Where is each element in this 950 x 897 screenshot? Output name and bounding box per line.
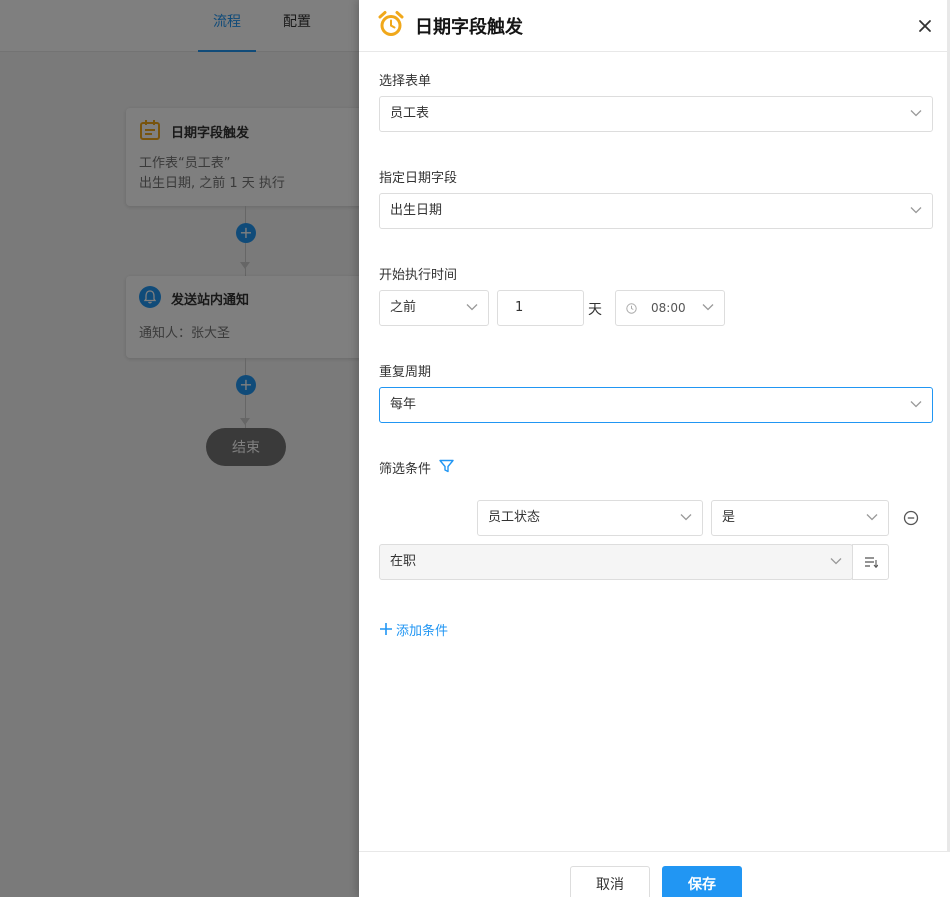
chevron-down-icon: [866, 514, 878, 521]
repeat-label: 重复周期: [379, 365, 432, 380]
start-time-label: 开始执行时间: [379, 268, 458, 283]
select-form-label: 选择表单: [379, 74, 432, 89]
remove-circle-icon[interactable]: [903, 510, 919, 526]
save-button[interactable]: 保存: [662, 866, 742, 897]
direction-dropdown[interactable]: 之前: [379, 290, 489, 326]
day-unit-label: 天: [588, 302, 602, 318]
select-form-value: 员工表: [390, 106, 430, 121]
chevron-down-icon: [910, 401, 922, 408]
chevron-down-icon: [910, 110, 922, 117]
chevron-down-icon: [680, 514, 692, 521]
add-condition-label: 添加条件: [396, 623, 449, 639]
panel-title: 日期字段触发: [415, 17, 523, 38]
filter-operator-dropdown[interactable]: 是: [711, 500, 889, 536]
repeat-value: 每年: [390, 397, 417, 412]
filter-value-dropdown[interactable]: 在职: [379, 544, 853, 580]
panel-footer: 取消 保存: [359, 851, 947, 897]
date-field-label: 指定日期字段: [379, 171, 458, 186]
days-input[interactable]: 1: [497, 290, 584, 326]
cancel-button[interactable]: 取消: [570, 866, 650, 897]
chevron-down-icon: [910, 207, 922, 214]
time-picker[interactable]: 08:00: [615, 290, 725, 326]
date-field-dropdown[interactable]: 出生日期: [379, 193, 933, 229]
panel-header: 日期字段触发: [359, 0, 947, 52]
days-value: 1: [515, 300, 524, 315]
time-value: 08:00: [651, 301, 686, 315]
alarm-clock-icon: [378, 11, 404, 36]
add-condition-button[interactable]: 添加条件: [379, 620, 449, 639]
filter-operator-value: 是: [722, 510, 736, 525]
filter-field-value: 员工状态: [488, 510, 541, 525]
filter-value: 在职: [390, 554, 417, 569]
repeat-dropdown[interactable]: 每年: [379, 387, 933, 423]
filter-label: 筛选条件: [379, 462, 432, 477]
select-form-dropdown[interactable]: 员工表: [379, 96, 933, 132]
list-sort-icon: [865, 557, 878, 568]
date-field-value: 出生日期: [390, 203, 443, 218]
direction-value: 之前: [390, 300, 417, 315]
chevron-down-icon: [466, 304, 478, 311]
trigger-settings-panel: 日期字段触发 选择表单 员工表 指定日期字段 出生日期 开始执行时间 之前 1 …: [359, 0, 950, 897]
filter-icon[interactable]: [439, 459, 454, 473]
filter-value-type-button[interactable]: [852, 544, 889, 580]
chevron-down-icon: [702, 304, 714, 311]
plus-icon: [380, 623, 392, 635]
filter-field-dropdown[interactable]: 员工状态: [477, 500, 703, 536]
close-icon[interactable]: [915, 16, 935, 36]
chevron-down-icon: [830, 558, 842, 565]
clock-icon: [626, 303, 637, 314]
